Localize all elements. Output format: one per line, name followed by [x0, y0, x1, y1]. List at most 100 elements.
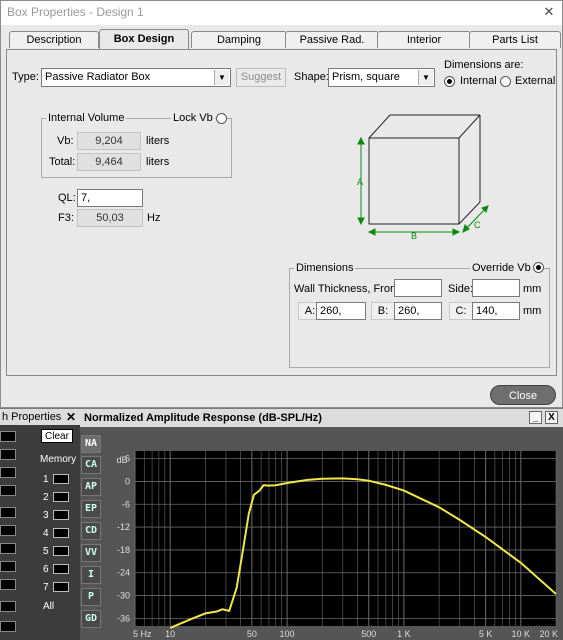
graph-close-icon[interactable]: X: [545, 411, 558, 424]
y-axis-label: dB: [116, 455, 127, 465]
f3-unit: Hz: [147, 212, 161, 224]
type-select[interactable]: Passive Radiator Box ▼: [41, 68, 231, 87]
all-label: All: [43, 601, 55, 612]
view-ca-button[interactable]: CA: [81, 456, 101, 474]
x-tick-label: 10 K: [512, 629, 531, 639]
memory-slot-number: 2: [43, 492, 49, 503]
properties-panel-close-icon[interactable]: ✕: [66, 409, 76, 425]
view-vv-button[interactable]: VV: [81, 544, 101, 562]
memory-label: Memory: [40, 454, 77, 465]
dimensions-are-label: Dimensions are:: [444, 59, 524, 71]
speaker-tool-icon[interactable]: [0, 561, 16, 572]
shape-select[interactable]: Prism, square ▼: [328, 68, 435, 87]
dimensions-label: Dimensions: [294, 262, 356, 274]
memory-slot-box[interactable]: [53, 564, 69, 574]
type-label: Type:: [12, 71, 39, 83]
dim-c-input[interactable]: 140,: [472, 302, 520, 320]
y-tick-label: -18: [117, 545, 130, 555]
memory-slot-box[interactable]: [53, 510, 69, 520]
box-design-panel: Type: Passive Radiator Box ▼ Suggest Sha…: [6, 49, 557, 376]
range-tool-icon[interactable]: [0, 485, 16, 496]
side-thickness-input[interactable]: [472, 279, 520, 297]
external-radio[interactable]: [500, 76, 511, 87]
ql-input[interactable]: 7,: [77, 189, 143, 207]
override-vb-label: Override Vb: [470, 262, 533, 274]
window-title: Box Properties - Design 1: [7, 5, 144, 19]
x-tick-label: 10: [165, 629, 175, 639]
tab-box-design[interactable]: Box Design: [99, 29, 189, 49]
check-tool-icon[interactable]: [0, 621, 16, 632]
view-p-button[interactable]: P: [81, 588, 101, 606]
dim-a-input[interactable]: 260,: [316, 302, 366, 320]
f3-field: 50,03: [77, 209, 143, 227]
speaker-tool-icon[interactable]: [0, 507, 16, 518]
box-properties-window: Box Properties - Design 1 ✕ Description …: [0, 0, 563, 408]
add-tool-icon[interactable]: [0, 431, 16, 442]
cable-tool-icon[interactable]: [0, 579, 16, 590]
resize-tool-icon[interactable]: [0, 467, 16, 478]
shape-value: Prism, square: [332, 71, 400, 83]
graph-title-bar: Normalized Amplitude Response (dB-SPL/Hz…: [80, 409, 563, 427]
ql-label: QL:: [58, 192, 76, 204]
view-gd-button[interactable]: GD: [81, 610, 101, 628]
tab-passive-rad[interactable]: Passive Rad.: [285, 31, 379, 48]
y-tick-label: -30: [117, 591, 130, 601]
x-tick-label: 50: [247, 629, 257, 639]
view-ap-button[interactable]: AP: [81, 478, 101, 496]
x-tick-label: 5 K: [479, 629, 493, 639]
tab-description[interactable]: Description: [9, 31, 99, 48]
clear-button[interactable]: Clear: [41, 429, 73, 443]
speaker-tool-icon[interactable]: [0, 601, 16, 612]
internal-label: Internal: [460, 75, 497, 87]
memory-slot-box[interactable]: [53, 528, 69, 538]
memory-slot-box[interactable]: [53, 546, 69, 556]
internal-radio[interactable]: [444, 76, 455, 87]
tab-interior[interactable]: Interior: [377, 31, 471, 48]
memory-slot-number: 7: [43, 582, 49, 593]
memory-slot-box[interactable]: [53, 474, 69, 484]
tab-parts-list[interactable]: Parts List: [469, 31, 561, 48]
amplitude-chart: 60-6-12-18-24-30-36 5 Hz 10 50 100 500 1 K5 K…: [102, 429, 561, 640]
amplitude-response-window: Normalized Amplitude Response (dB-SPL/Hz…: [80, 409, 563, 640]
y-tick-label: -6: [122, 499, 130, 509]
dimension-b-label: B: [411, 231, 417, 240]
memory-slot-box[interactable]: [53, 492, 69, 502]
view-ep-button[interactable]: EP: [81, 500, 101, 518]
view-cd-button[interactable]: CD: [81, 522, 101, 540]
view-i-button[interactable]: I: [81, 566, 101, 584]
minimize-icon[interactable]: _: [529, 411, 542, 424]
external-label: External: [515, 75, 556, 87]
memory-slot-number: 5: [43, 546, 49, 557]
tab-damping[interactable]: Damping: [191, 31, 287, 48]
total-field: 9,464: [77, 153, 141, 171]
y-tick-label: 0: [125, 476, 130, 486]
speaker-tool-icon[interactable]: [0, 525, 16, 536]
y-tick-label: -12: [117, 522, 130, 532]
memory-slot-number: 4: [43, 528, 49, 539]
close-button[interactable]: Close: [490, 385, 556, 405]
grid-tool-icon[interactable]: [0, 449, 16, 460]
dim-b-input[interactable]: 260,: [394, 302, 442, 320]
properties-panel: h Properties ✕ Clear Memory 1 2 3 4 5 6 …: [0, 409, 80, 640]
wall-thickness-label: Wall Thickness, Front:: [294, 283, 403, 295]
speaker-tool-icon[interactable]: [0, 543, 16, 554]
shape-label: Shape:: [294, 71, 329, 83]
dim-unit: mm: [523, 305, 542, 317]
dimension-a-label: A: [357, 177, 363, 187]
x-tick-label: 500: [361, 629, 376, 639]
side-unit: mm: [523, 283, 542, 295]
override-vb-radio[interactable]: [533, 262, 544, 273]
memory-slot-box[interactable]: [53, 582, 69, 592]
wall-thickness-input[interactable]: [394, 279, 442, 297]
view-na-button[interactable]: NA: [81, 435, 101, 453]
suggest-button[interactable]: Suggest: [236, 68, 286, 87]
dim-c-label: C:: [449, 302, 473, 320]
chevron-down-icon: ▼: [214, 70, 229, 85]
x-tick-label: 100: [280, 629, 295, 639]
vb-unit: liters: [146, 135, 170, 147]
lock-vb-radio[interactable]: [216, 113, 227, 124]
properties-panel-title-text: h Properties: [2, 411, 62, 423]
window-close-icon[interactable]: ✕: [538, 2, 560, 22]
y-tick-label: -36: [117, 613, 130, 623]
properties-panel-title: h Properties ✕: [0, 409, 80, 425]
